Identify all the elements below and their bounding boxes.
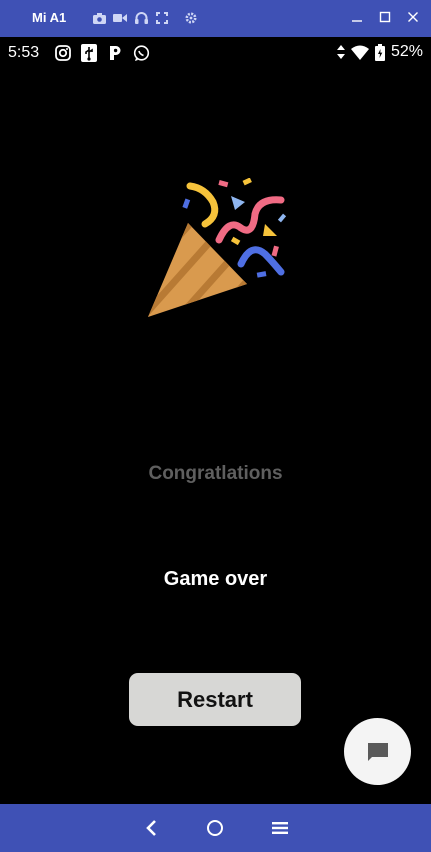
back-icon[interactable] [139,816,163,840]
navigation-bar [0,804,431,852]
menu-icon[interactable] [268,816,292,840]
p-app-icon [106,44,124,62]
settings-icon[interactable] [184,11,198,25]
status-time: 5:53 [8,44,40,61]
data-arrows-icon [336,43,345,61]
game-over-text: Game over [163,568,268,590]
chat-icon [366,740,390,764]
status-bar: 5:53 52% [0,37,431,69]
usb-icon [80,44,98,62]
maximize-icon[interactable] [377,9,393,25]
home-icon[interactable] [203,816,227,840]
fullscreen-icon[interactable] [155,11,169,25]
minimize-icon[interactable] [349,9,365,25]
device-name: Mi A1 [32,10,67,25]
notification-icons [54,44,150,62]
battery-icon [374,43,385,61]
video-icon[interactable] [113,11,127,25]
chat-button[interactable] [344,718,411,785]
battery-percentage: 52% [390,43,423,60]
instagram-icon [54,44,72,62]
headphones-icon[interactable] [134,11,148,25]
wifi-icon [350,43,369,61]
party-popper-icon [143,177,291,323]
close-icon[interactable] [405,9,421,25]
restart-button[interactable]: Restart [129,673,301,726]
emulator-window: Mi A1 5:53 52% Congratlations Game over … [0,0,431,852]
congratulations-text: Congratlations [148,463,283,484]
emulator-title-bar: Mi A1 [0,0,431,37]
window-controls [349,9,421,25]
whatsapp-icon [132,44,150,62]
system-status-icons: 52% [336,43,423,61]
camera-icon[interactable] [92,11,106,25]
emulator-toolbar [92,11,198,25]
